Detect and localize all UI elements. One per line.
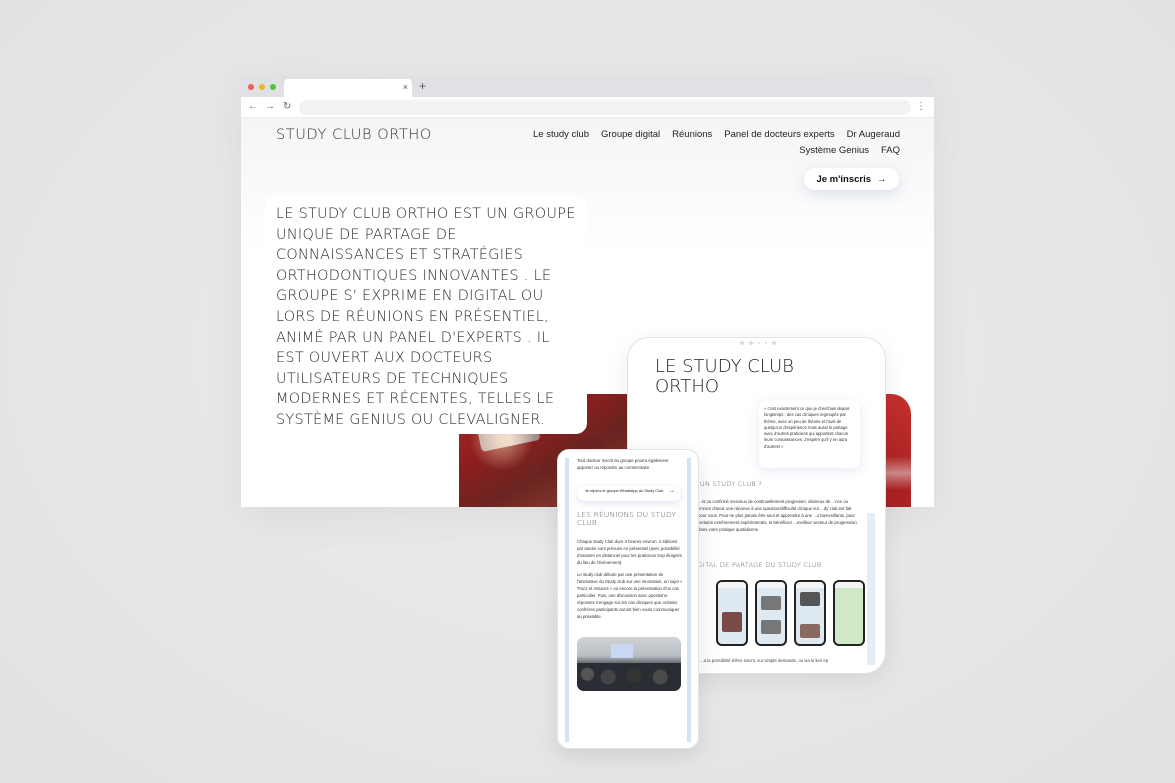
address-bar[interactable]	[299, 100, 911, 115]
site-logo[interactable]: STUDY CLUB ORTHO	[276, 127, 432, 143]
browser-menu-icon[interactable]: ⋮	[916, 101, 926, 112]
forward-arrow-icon[interactable]: →	[265, 101, 275, 112]
whatsapp-screenshot	[794, 580, 826, 646]
whatsapp-screenshots	[716, 580, 865, 646]
tablet-title-line1: LE STUDY CLUB	[655, 356, 794, 377]
window-minimize-dot[interactable]	[259, 84, 265, 90]
tablet-title: LE STUDY CLUB ORTHO	[655, 357, 794, 397]
meeting-photo	[577, 637, 681, 692]
phone-paragraph-2: Le study club débute par une présentatio…	[577, 572, 683, 620]
browser-tab-bar: × +	[241, 76, 934, 97]
nav-link-panel-experts[interactable]: Panel de docteurs experts	[724, 128, 834, 141]
nav-link-groupe-digital[interactable]: Groupe digital	[601, 128, 660, 141]
whatsapp-screenshot	[755, 580, 787, 646]
tab-close-icon[interactable]: ×	[403, 82, 408, 92]
reload-icon[interactable]: ↻	[283, 101, 291, 112]
tablet-side-strip	[867, 513, 875, 665]
join-whatsapp-label: Je rejoins le groupe WhatsApp du Study C…	[584, 488, 664, 493]
signup-button[interactable]: Je m'inscris →	[804, 168, 899, 190]
nav-link-systeme-genius[interactable]: Système Genius	[799, 144, 869, 157]
new-tab-icon[interactable]: +	[419, 79, 426, 93]
whatsapp-screenshot	[833, 580, 865, 646]
arrow-right-icon: →	[877, 173, 887, 185]
hero-photo-right	[886, 394, 911, 507]
hero-text: LE STUDY CLUB ORTHO EST UN GROUPE UNIQUE…	[276, 206, 576, 428]
tablet-title-line2: ORTHO	[655, 376, 720, 397]
tablet-heading-digital: DIGITAL DE PARTAGE DU STUDY CLUB	[690, 561, 822, 569]
whatsapp-screenshot	[716, 580, 748, 646]
window-close-dot[interactable]	[248, 84, 254, 90]
phone-mockup: Tout docteur inscrit au groupe pourra ég…	[557, 449, 699, 749]
back-arrow-icon[interactable]: ←	[248, 101, 258, 112]
tablet-body-text: ...nt ou confirmé soucieux de continuell…	[698, 499, 857, 532]
phone-paragraph-1: Chaque study Club dure 3 heures environ.…	[577, 539, 682, 566]
tablet-camera	[740, 341, 776, 345]
signup-button-label: Je m'inscris	[816, 173, 872, 185]
nav-link-dr-augeraud[interactable]: Dr Augeraud	[847, 128, 900, 141]
phone-heading-reunions: LES RÉUNIONS DU STUDY CLUB	[577, 510, 677, 527]
phone-edge-left	[565, 458, 569, 742]
main-nav: Le study club Groupe digital Réunions Pa…	[480, 128, 900, 157]
tablet-footer-text: ...a la possibilité d'être inscrit, sur …	[700, 658, 829, 663]
browser-toolbar: ← → ↻ ⋮	[241, 97, 934, 118]
phone-content: Tout docteur inscrit au groupe pourra ég…	[577, 457, 683, 692]
nav-link-le-study-club[interactable]: Le study club	[533, 128, 589, 141]
nav-link-faq[interactable]: FAQ	[881, 144, 900, 157]
testimonial-quote: « c'est exactement ce que je cherchais d…	[759, 400, 860, 468]
join-whatsapp-button[interactable]: Je rejoins le groupe WhatsApp du Study C…	[577, 486, 681, 501]
phone-edge-right	[687, 458, 691, 742]
arrow-right-icon: →	[669, 488, 675, 494]
tablet-heading-study-club: UN STUDY CLUB ?	[700, 480, 763, 488]
window-maximize-dot[interactable]	[270, 84, 276, 90]
phone-intro-text: Tout docteur inscrit au groupe pourra ég…	[577, 458, 669, 470]
nav-link-reunions[interactable]: Réunions	[672, 128, 712, 141]
hero-card: LE STUDY CLUB ORTHO EST UN GROUPE UNIQUE…	[265, 196, 587, 434]
browser-tab[interactable]: ×	[284, 79, 412, 97]
